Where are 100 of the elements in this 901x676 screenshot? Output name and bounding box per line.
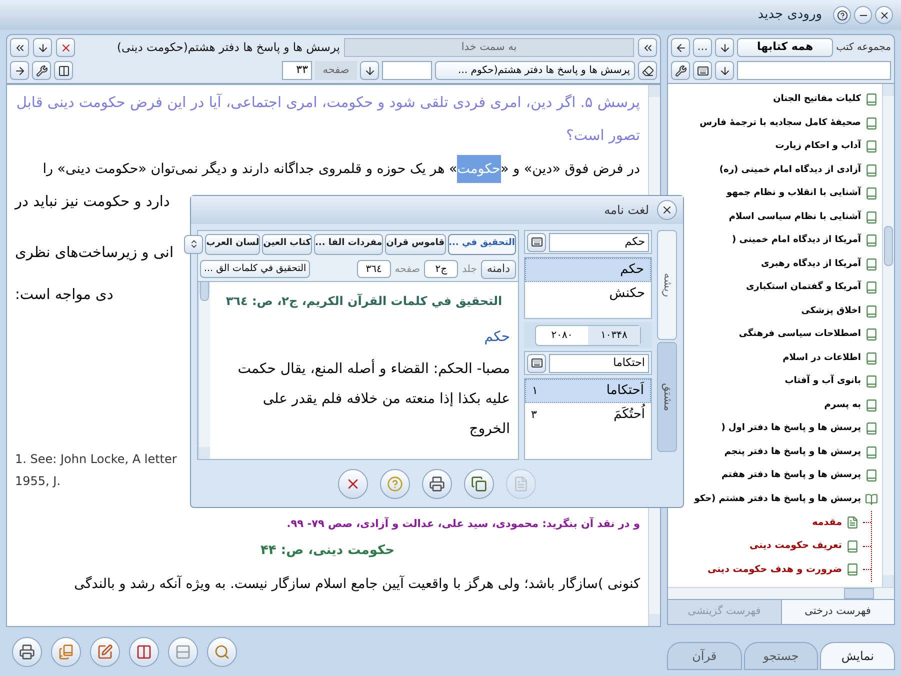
copy-button[interactable] xyxy=(464,468,494,498)
tree-item[interactable]: پرسش ها و پاسخ ها دفتر پنجم xyxy=(724,446,861,459)
main-tab[interactable]: جستجو xyxy=(744,642,818,670)
dropdown-button[interactable] xyxy=(360,61,379,80)
tree-item[interactable]: اصطلاحات سیاسی فرهنگی xyxy=(738,328,861,342)
keyboard-icon xyxy=(530,357,542,369)
list-item[interactable]: اَحتکاما ۱ xyxy=(525,379,651,403)
page-marker: حکومت دینی، ص: ۴۴ xyxy=(260,542,396,560)
split-view-icon xyxy=(136,644,152,660)
search-field[interactable]: احتکاما xyxy=(549,354,649,372)
horizontal-scrollbar[interactable] xyxy=(668,587,894,599)
scope-button[interactable]: دامنه xyxy=(480,260,516,278)
eraser-button[interactable] xyxy=(638,61,657,80)
tree-item[interactable]: ضرورت و هدف حکومت دینی xyxy=(708,562,842,577)
source-tab[interactable]: التحقیق في ... xyxy=(448,234,516,254)
list-item[interactable]: حکم xyxy=(525,258,651,282)
print-button[interactable] xyxy=(422,468,452,498)
left-arrow-icon xyxy=(674,42,686,54)
close-button[interactable] xyxy=(338,468,368,498)
text-line: دارد و حکومت نیز نباید در xyxy=(15,193,170,212)
dropdown-button[interactable] xyxy=(715,61,734,80)
print-button[interactable] xyxy=(12,636,42,666)
close-button[interactable] xyxy=(657,200,677,220)
path-field: به سمت خدا xyxy=(344,38,634,57)
tree-tab[interactable]: فهرست درختی xyxy=(782,600,894,624)
settings-button[interactable] xyxy=(32,61,51,80)
entry-heading: التحقيق في كلمات القرآن الكريم، ج٢، ص: ٣٦٤ xyxy=(224,292,504,310)
tree-item[interactable]: اخلاق پزشکی xyxy=(801,304,861,318)
books-button[interactable] xyxy=(51,636,81,666)
book-dropdown[interactable]: پرسش ها و پاسخ ها دفتر هشتم(حکوم ... xyxy=(435,61,635,80)
tree-item[interactable]: آشنایی با انقلاب و نظام جمهو xyxy=(726,187,861,200)
source-tab[interactable]: قاموس قران xyxy=(385,234,446,254)
keyboard-button[interactable] xyxy=(693,61,712,80)
close-button[interactable] xyxy=(875,6,893,24)
dropdown-button[interactable] xyxy=(715,38,734,57)
tree-item[interactable]: آزادی از دیدگاه امام خمینی (ره) xyxy=(719,164,861,177)
wrench-icon xyxy=(36,64,48,76)
source-tab[interactable]: لسان العرب xyxy=(205,234,260,254)
forward-button[interactable] xyxy=(10,61,29,80)
tree-item[interactable]: اطلاعات در اسلام xyxy=(782,352,861,365)
count-text: ۳ xyxy=(531,406,537,423)
close-icon xyxy=(878,10,890,20)
close-button[interactable] xyxy=(56,38,75,57)
tree-item[interactable]: تعریف حکومت دینی xyxy=(749,539,842,554)
back-button[interactable] xyxy=(671,38,690,57)
scrollbar[interactable] xyxy=(882,84,894,587)
tree-item[interactable]: پرسش ها و پاسخ ها دفتر هفتم xyxy=(721,469,861,482)
source-dropdown[interactable]: التحقیق في کلمات الق ... xyxy=(200,260,310,278)
printer-icon xyxy=(429,476,445,492)
minimize-button[interactable] xyxy=(854,6,872,24)
source-tab[interactable]: مفردات الفا ... xyxy=(314,234,384,254)
tree-item[interactable]: آشنایی با نظام سیاسی اسلام xyxy=(728,210,861,224)
search-field[interactable]: حکم xyxy=(549,232,649,252)
tree-item[interactable]: آمریکا از دیدگاه رهبری xyxy=(761,258,861,271)
scrollbar[interactable] xyxy=(198,282,210,459)
source-tab[interactable]: کتاب العین xyxy=(262,234,312,254)
document-icon xyxy=(846,516,859,530)
list-item[interactable]: حکنش xyxy=(525,282,651,306)
tree-item[interactable]: پرسش ها و پاسخ ها دفتر هشتم (حکو xyxy=(694,492,861,506)
vertical-tab[interactable]: مشتق xyxy=(657,342,677,452)
keyboard-button[interactable] xyxy=(527,354,546,372)
search-field[interactable] xyxy=(737,61,891,80)
help-button[interactable] xyxy=(833,6,851,24)
search-button[interactable] xyxy=(207,636,237,666)
tree-item[interactable]: بانوی آب و آفتاب xyxy=(784,375,861,388)
text-line: دی مواجه است: xyxy=(15,286,114,305)
settings-button[interactable] xyxy=(671,61,690,80)
main-tab[interactable]: قرآن xyxy=(666,642,742,670)
word-text: اُحتُکَمَ xyxy=(614,405,645,425)
tree-item[interactable]: آمریکا از دیدگاه امام خمینی ( xyxy=(732,234,861,248)
notes-button[interactable] xyxy=(90,636,120,666)
vertical-tab[interactable]: ریشه xyxy=(657,230,677,340)
volume-label: جلد xyxy=(462,262,477,276)
main-tab[interactable]: نمایش xyxy=(820,642,895,670)
layout-button[interactable] xyxy=(168,636,198,666)
more-button[interactable]: ... xyxy=(693,38,712,57)
footnote-text: 1955, J. xyxy=(15,473,62,490)
tree-item[interactable]: به پسرم xyxy=(824,398,861,412)
volume-field[interactable]: ج۲ xyxy=(424,260,458,278)
split-view-button[interactable] xyxy=(54,61,73,80)
tree-item[interactable]: آمریکا و گفتمان استکباری xyxy=(746,281,861,294)
page-field[interactable]: ۳۳ xyxy=(282,61,312,80)
split-view-button[interactable] xyxy=(129,636,159,666)
tree-item[interactable]: آداب و احکام زیارت xyxy=(775,140,861,154)
collection-dropdown[interactable]: همه کتابها xyxy=(737,38,834,57)
tree-item[interactable]: پرسش ها و پاسخ ها دفتر اول ( xyxy=(721,422,861,436)
tree-item[interactable]: صحیفهٔ کامل سجادیه با ترجمهٔ فارس xyxy=(700,116,861,130)
list-item[interactable]: اُحتُکَمَ ۳ xyxy=(525,403,651,427)
up-down-icon xyxy=(188,238,199,250)
keyboard-button[interactable] xyxy=(527,232,546,252)
down-arrow-icon xyxy=(718,42,730,54)
dropdown-button[interactable] xyxy=(33,38,52,57)
collapse-button[interactable] xyxy=(10,38,29,57)
down-arrow-icon xyxy=(364,64,376,76)
page-field[interactable]: ٣٦٤ xyxy=(356,260,391,278)
collapse-button[interactable] xyxy=(638,38,657,57)
spinner-button[interactable] xyxy=(184,234,204,254)
input-field[interactable] xyxy=(382,61,432,80)
tree-item[interactable]: مقدمه xyxy=(812,516,842,530)
tree-item[interactable]: کلیات مفاتیح الجنان xyxy=(773,93,861,106)
